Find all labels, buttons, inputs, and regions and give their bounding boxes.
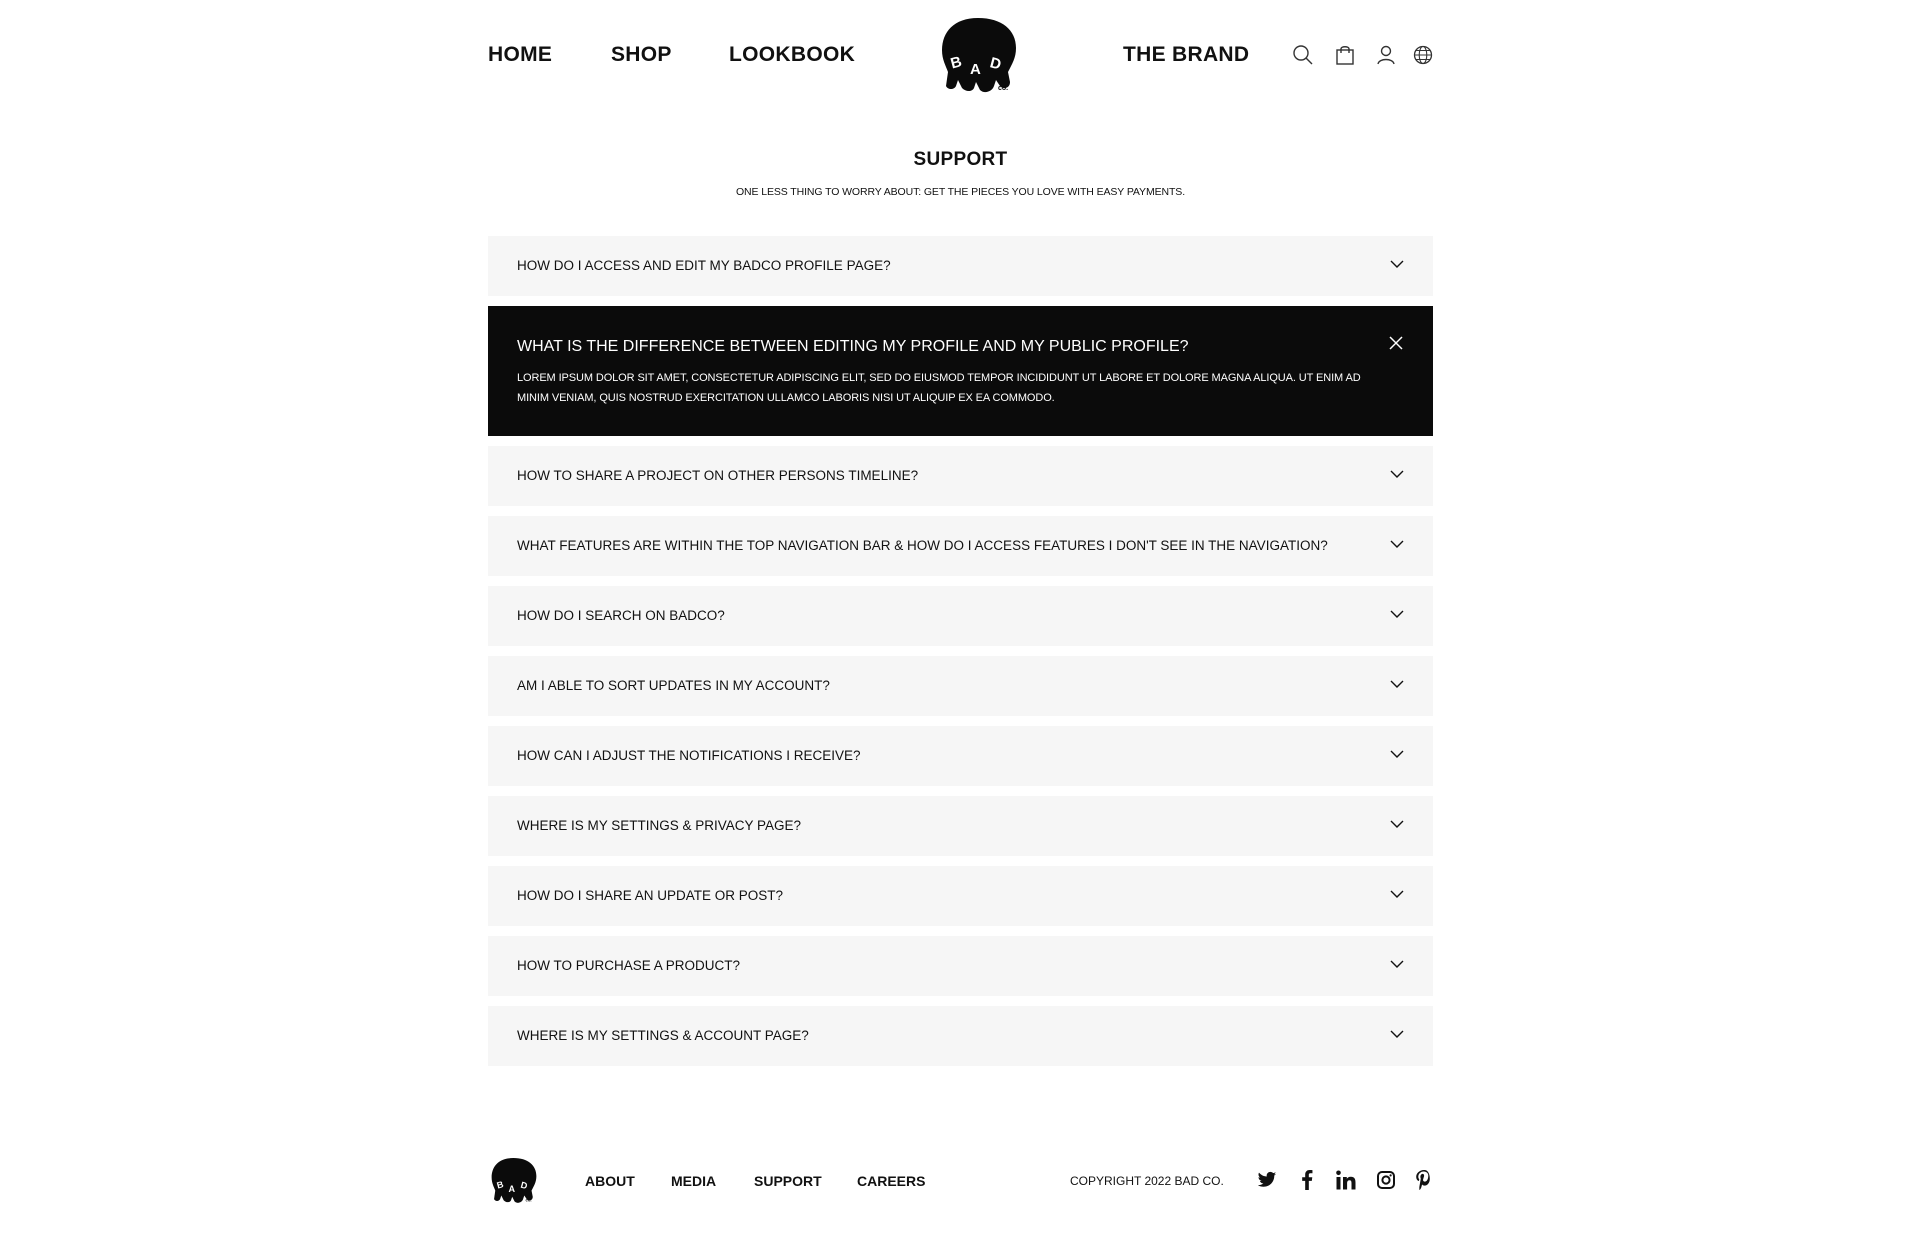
faq-answer: LOREM IPSUM DOLOR SIT AMET, CONSECTETUR … — [517, 372, 1361, 404]
chevron-down-icon — [1390, 260, 1404, 268]
close-icon[interactable] — [1387, 334, 1405, 352]
svg-text:A: A — [509, 1184, 516, 1194]
nav-the-brand[interactable]: THE BRAND — [1123, 43, 1249, 67]
faq-item[interactable]: WHAT FEATURES ARE WITHIN THE TOP NAVIGAT… — [488, 516, 1433, 576]
nav-shop[interactable]: SHOP — [611, 43, 672, 67]
chevron-down-icon — [1390, 1030, 1404, 1038]
faq-question: WHAT IS THE DIFFERENCE BETWEEN EDITING M… — [517, 338, 1189, 355]
footer-link-support[interactable]: SUPPORT — [754, 1172, 822, 1190]
faq-item[interactable]: HOW TO SHARE A PROJECT ON OTHER PERSONS … — [488, 446, 1433, 506]
brand-logo[interactable]: B A D co. — [936, 16, 1022, 96]
faq-item[interactable]: WHERE IS MY SETTINGS & ACCOUNT PAGE? — [488, 1006, 1433, 1066]
bag-icon[interactable] — [1333, 43, 1357, 67]
footer-link-careers[interactable]: CAREERS — [857, 1172, 925, 1190]
nav-lookbook[interactable]: LOOKBOOK — [729, 43, 855, 67]
nav-home[interactable]: HOME — [488, 43, 552, 67]
search-icon[interactable] — [1291, 43, 1315, 67]
copyright: COPYRIGHT 2022 BAD CO. — [1070, 1174, 1224, 1188]
faq-item[interactable]: HOW DO I SEARCH ON BADCO? — [488, 586, 1433, 646]
header-icons — [1291, 43, 1433, 69]
faq-question: HOW DO I SEARCH ON BADCO? — [517, 608, 725, 623]
pinterest-icon[interactable] — [1413, 1169, 1435, 1191]
page-title: SUPPORT — [913, 149, 1008, 170]
faq-question: AM I ABLE TO SORT UPDATES IN MY ACCOUNT? — [517, 678, 830, 693]
skull-logo-icon: B A D co. — [942, 18, 1016, 93]
faq-item-expanded[interactable]: WHAT IS THE DIFFERENCE BETWEEN EDITING M… — [488, 306, 1433, 436]
faq-question: WHERE IS MY SETTINGS & PRIVACY PAGE? — [517, 818, 802, 833]
footer-logo[interactable]: B A D co. — [488, 1156, 540, 1206]
globe-icon[interactable] — [1411, 43, 1435, 67]
faq-question: WHAT FEATURES ARE WITHIN THE TOP NAVIGAT… — [517, 538, 1328, 553]
chevron-down-icon — [1390, 610, 1404, 618]
footer-link-about[interactable]: ABOUT — [585, 1172, 635, 1190]
chevron-down-icon — [1390, 750, 1404, 758]
faq-item[interactable]: HOW DO I ACCESS AND EDIT MY BADCO PROFIL… — [488, 236, 1433, 296]
facebook-icon[interactable] — [1296, 1169, 1318, 1191]
chevron-down-icon — [1390, 820, 1404, 828]
faq-question: HOW TO PURCHASE A PRODUCT? — [517, 958, 741, 973]
chevron-down-icon — [1390, 680, 1404, 688]
chevron-down-icon — [1390, 890, 1404, 898]
faq-question: HOW DO I ACCESS AND EDIT MY BADCO PROFIL… — [517, 258, 891, 273]
page-subtitle: ONE LESS THING TO WORRY ABOUT: GET THE P… — [735, 186, 1186, 198]
faq-item[interactable]: WHERE IS MY SETTINGS & PRIVACY PAGE? — [488, 796, 1433, 856]
skull-logo-icon: B A D co. — [491, 1158, 537, 1203]
user-icon[interactable] — [1374, 43, 1398, 67]
site-header: HOME SHOP LOOKBOOK B A D co. THE BRAND — [488, 0, 1433, 112]
faq-question: HOW DO I SHARE AN UPDATE OR POST? — [517, 888, 784, 903]
faq-question: WHERE IS MY SETTINGS & ACCOUNT PAGE? — [517, 1028, 809, 1043]
faq-item[interactable]: HOW DO I SHARE AN UPDATE OR POST? — [488, 866, 1433, 926]
instagram-icon[interactable] — [1375, 1169, 1397, 1191]
chevron-down-icon — [1390, 960, 1404, 968]
linkedin-icon[interactable] — [1335, 1169, 1357, 1191]
twitter-icon[interactable] — [1256, 1169, 1278, 1191]
svg-text:co.: co. — [998, 85, 1008, 92]
footer-link-media[interactable]: MEDIA — [671, 1172, 716, 1190]
faq-question: HOW CAN I ADJUST THE NOTIFICATIONS I REC… — [517, 748, 861, 763]
faq-item[interactable]: AM I ABLE TO SORT UPDATES IN MY ACCOUNT? — [488, 656, 1433, 716]
faq-question: HOW TO SHARE A PROJECT ON OTHER PERSONS … — [517, 468, 919, 483]
faq-item[interactable]: HOW TO PURCHASE A PRODUCT? — [488, 936, 1433, 996]
chevron-down-icon — [1390, 540, 1404, 548]
svg-text:A: A — [970, 61, 981, 78]
faq-item[interactable]: HOW CAN I ADJUST THE NOTIFICATIONS I REC… — [488, 726, 1433, 786]
svg-text:co.: co. — [525, 1198, 531, 1203]
site-footer: B A D co. ABOUT MEDIA SUPPORT CAREERS CO… — [488, 1152, 1433, 1208]
chevron-down-icon — [1390, 470, 1404, 478]
